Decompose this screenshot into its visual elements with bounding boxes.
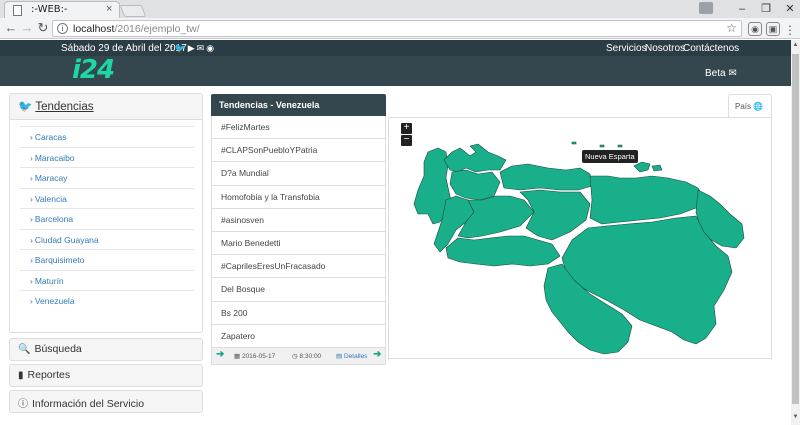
trend-item[interactable]: #CaprilesEresUnFracasado [211,255,386,279]
globe-icon: 🌐 [753,102,764,111]
chevron-right-icon: › [30,255,33,265]
back-icon[interactable]: ← [3,20,19,36]
trend-item[interactable]: Bs 200 [211,301,386,325]
trends-footer: ➜ ▦ 2016-05-17 ◷ 8:30:00 ▤ Detalles ➜ [211,347,386,365]
map-state [499,163,593,191]
menu-contactenos[interactable]: Contáctenos [683,43,739,54]
city-item[interactable]: › Barcelona [20,208,194,229]
browser-toolbar: ← → ↻ i localhost/2016/ejemplo_tw/ ☆ [0,18,800,39]
info-icon[interactable]: i [57,23,68,34]
city-item[interactable]: › Caracas [20,126,194,147]
map-tooltip: Nueva Esparta [582,150,638,163]
chevron-right-icon: › [30,193,33,204]
youtube-icon[interactable]: ▶ [188,43,197,53]
beta-link[interactable]: Beta ✉ [705,68,737,79]
page-icon [13,5,22,16]
city-item[interactable]: › Maracaibo [20,146,194,168]
city-item[interactable]: › Ciudad Guayana [20,228,194,250]
header-date: Sábado 29 de Abril del 2017 [61,43,187,54]
map-state [617,144,623,148]
url-text: localhost/2016/ejemplo_tw/ [73,23,200,35]
trends-cities-header[interactable]: 🐦 Tendencias [10,94,202,120]
trends-panel: Tendencias - Venezuela #FelizMartes #CLA… [211,94,386,366]
trend-item[interactable]: Del Bosque [211,278,386,302]
info-circle-icon: ⓘ [18,399,28,410]
forward-icon[interactable]: → [19,20,35,36]
search-icon: 🔍 [18,344,31,355]
trend-item[interactable]: Zapatero [211,324,386,348]
chevron-right-icon: › [30,173,33,183]
chevron-right-icon: › [30,152,33,163]
map-state [599,144,605,148]
arrow-right-icon[interactable]: ➜ [373,349,381,360]
map-state [443,143,507,173]
city-list: › Caracas › Maracaibo › Maracay › Valencia ›… [20,126,194,311]
extension-icon[interactable]: ◉ [748,22,762,36]
city-item[interactable]: › Barquisimeto [20,249,194,270]
chevron-right-icon: › [30,234,33,245]
chevron-right-icon: › [30,275,33,286]
arrow-left-icon[interactable]: ➜ [216,349,224,360]
info-servicio-section[interactable]: ⓘ Información del Servicio [9,390,203,413]
social-icons: f🐦▶✉◉ [170,43,216,54]
twitter-icon: 🐦 [18,101,33,113]
mail-icon[interactable]: ✉ [197,43,207,53]
close-window-icon[interactable]: ✕ [776,0,800,18]
user-icon[interactable] [699,2,713,14]
tab-pais[interactable]: País 🌐 [728,94,772,118]
trend-item[interactable]: Mario Benedetti [211,231,386,256]
scrollbar-thumb[interactable] [792,54,799,404]
zoom-in-button[interactable]: + [401,123,412,134]
details-link[interactable]: ▤ Detalles [336,352,367,360]
zoom-out-button[interactable]: − [401,135,412,146]
menu-nosotros[interactable]: Nosotros [645,43,685,54]
trend-item[interactable]: #asinosven [211,208,386,232]
city-item[interactable]: › Valencia [20,187,194,209]
map-state [449,169,501,201]
rss-icon[interactable]: ◉ [206,43,216,53]
site-header: Sábado 29 de Abril del 2017 f🐦▶✉◉ Servic… [0,40,791,86]
site-logo[interactable]: i24 [72,56,115,84]
browser-tab[interactable]: :-WEB:- × [4,1,120,18]
clock-time: ◷ 8:30:00 [292,352,322,360]
scroll-down-icon[interactable]: ▼ [791,414,800,423]
busqueda-section[interactable]: 🔍 Búsqueda [9,338,203,361]
extension-icon[interactable]: ▣ [766,22,780,36]
map-state [445,235,561,267]
menu-dots-icon[interactable]: ⋮ [782,22,798,38]
reportes-section[interactable]: ▮ Reportes [9,364,203,387]
chevron-right-icon: › [30,214,33,224]
calendar-date: ▦ 2016-05-17 [234,352,276,360]
scroll-up-icon[interactable]: ▲ [791,42,800,51]
reload-icon[interactable]: ↻ [35,20,51,36]
trends-panel-title: Tendencias - Venezuela [211,94,386,116]
chevron-right-icon: › [30,132,33,142]
map-state [633,161,651,173]
map-state [651,164,663,172]
envelope-icon: ✉ [728,68,737,79]
city-item[interactable]: › Maracay [20,167,194,188]
city-item[interactable]: › Venezuela [20,290,194,311]
file-icon: ▮ [18,370,24,381]
bookmark-star-icon[interactable]: ☆ [726,21,737,35]
close-tab-icon[interactable]: × [106,3,112,15]
page-scrollbar[interactable]: ▲ ▼ [791,40,800,425]
chevron-right-icon: › [30,296,33,306]
menu-servicios[interactable]: Servicios [606,43,647,54]
trend-item[interactable]: Homofobia y la Transfobia [211,185,386,209]
trend-item[interactable]: #CLAPSonPuebloYPatria [211,139,386,163]
new-tab-button[interactable] [119,5,147,17]
map-state [571,141,577,145]
city-item[interactable]: › Maturín [20,269,194,291]
trend-item[interactable]: #FelizMartes [211,116,386,140]
trends-cities-panel: 🐦 Tendencias › Caracas › Maracaibo › Maraca… [9,93,203,333]
trend-item[interactable]: D?a Mundial [211,162,386,186]
browser-titlebar: :-WEB:- × – ❐ ✕ [0,0,800,18]
twitter-icon[interactable]: 🐦 [175,43,188,53]
venezuela-map[interactable] [388,118,771,358]
address-bar[interactable]: i localhost/2016/ejemplo_tw/ ☆ [52,20,742,37]
tab-title: :-WEB:- [31,4,68,15]
